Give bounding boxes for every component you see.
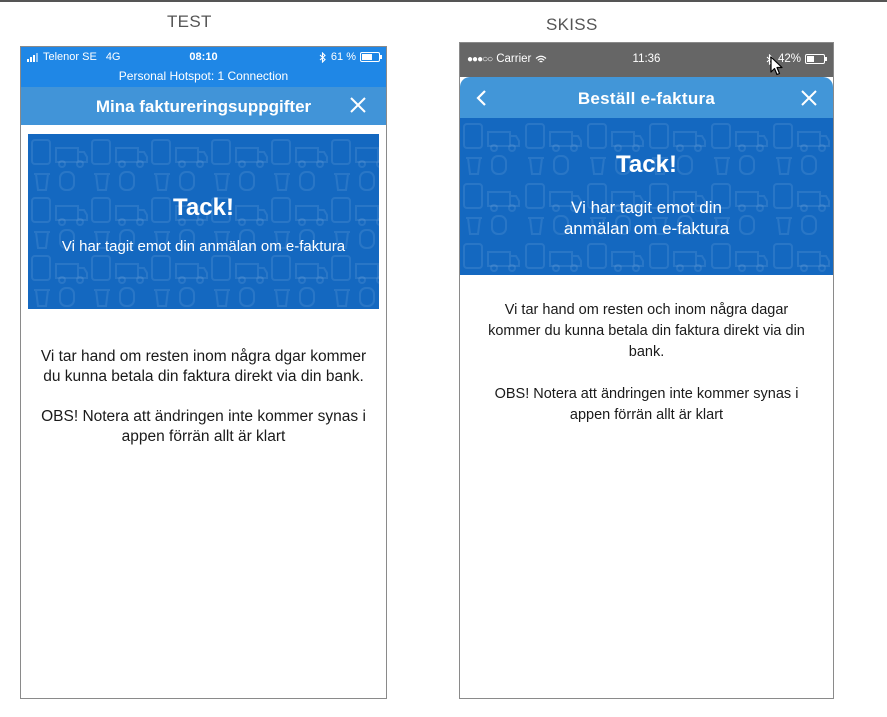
notice-paragraph: OBS! Notera att ändringen inte kommer sy…	[41, 408, 366, 445]
battery-icon	[360, 52, 382, 62]
info-paragraph: Vi tar hand om resten och inom några dag…	[488, 302, 805, 360]
phone-skiss: ●●●○○ Carrier 11:36 42% Beställ e-faktur…	[459, 42, 834, 699]
info-paragraph: Vi tar hand om resten inom några dgar ko…	[40, 348, 367, 385]
phone-test: Telenor SE 4G 08:10 61 % Personal Hotspo…	[20, 46, 387, 699]
banner-title: Tack!	[173, 194, 234, 221]
confirmation-banner: Tack! Vi har tagit emot din anmälan om e…	[460, 118, 833, 275]
top-divider	[0, 0, 887, 2]
nav-title: Mina faktureringsuppgifter	[95, 97, 312, 116]
banner-subtitle: Vi har tagit emot din anmälan om e-faktu…	[563, 198, 730, 238]
nav-title: Beställ e-faktura	[577, 89, 716, 108]
nav-bar: Mina faktureringsuppgifter	[21, 87, 386, 125]
mouse-cursor-icon	[770, 56, 783, 76]
battery-percent: 61 %	[330, 51, 356, 63]
label-skiss: SKISS	[546, 15, 598, 34]
bluetooth-icon	[319, 51, 326, 63]
hotspot-banner[interactable]: Personal Hotspot: 1 Connection	[21, 69, 386, 83]
close-icon[interactable]	[800, 89, 818, 107]
banner-subtitle: Vi har tagit emot din anmälan om e-faktu…	[61, 238, 346, 255]
banner-title: Tack!	[616, 151, 677, 178]
nav-bar: Beställ e-faktura	[460, 77, 833, 118]
close-icon[interactable]	[348, 95, 368, 115]
body-text: Vi tar hand om resten och inom några dag…	[480, 300, 813, 447]
body-text: Vi tar hand om resten inom några dgar ko…	[35, 347, 372, 467]
battery-icon	[805, 54, 827, 64]
label-test: TEST	[167, 12, 212, 31]
status-bar: Telenor SE 4G 08:10 61 % Personal Hotspo…	[21, 47, 386, 87]
notice-paragraph: OBS! Notera att ändringen inte kommer sy…	[494, 386, 799, 423]
confirmation-banner: Tack! Vi har tagit emot din anmälan om e…	[28, 134, 379, 309]
